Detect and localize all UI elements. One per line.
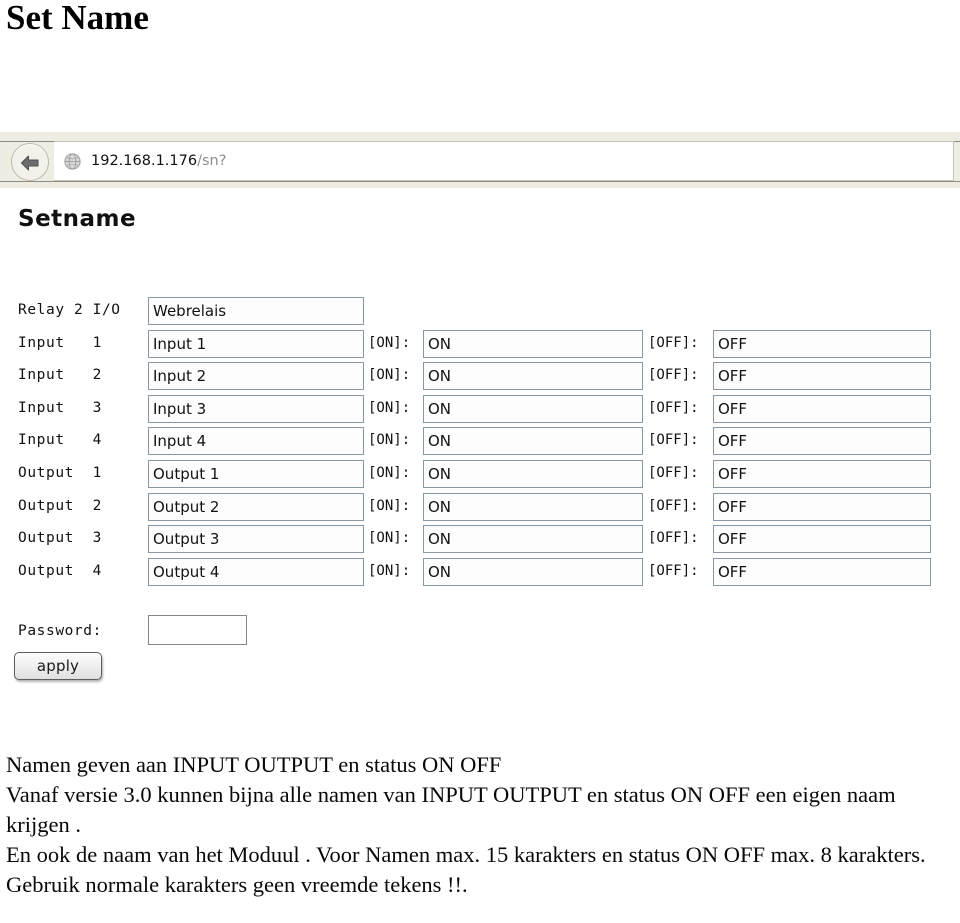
off-state-label: [OFF]:: [648, 334, 699, 351]
off-state-input[interactable]: OFF: [713, 525, 931, 554]
off-state-label: [OFF]:: [648, 367, 699, 384]
off-state-label: [OFF]:: [648, 530, 699, 547]
password-row: Password:: [0, 612, 960, 648]
off-state-label: [OFF]:: [648, 399, 699, 416]
on-state-input[interactable]: ON: [423, 362, 643, 391]
description-line-1: Namen geven aan INPUT OUTPUT en status O…: [6, 752, 502, 777]
settings-table: Relay 2 I/O Webrelais Input 1 Input 1 [ON]: O…: [0, 297, 960, 590]
name-input[interactable]: Input 4: [148, 427, 364, 456]
off-state-input[interactable]: OFF: [713, 394, 931, 423]
on-state-label: [ON]:: [368, 432, 411, 449]
settings-row: Input 1 Input 1 [ON]: ON [OFF]: OFF: [0, 329, 960, 363]
settings-row: Relay 2 I/O Webrelais: [0, 297, 960, 330]
settings-row: Input 3 Input 3 [ON]: ON [OFF]: OFF: [0, 394, 960, 428]
on-state-input[interactable]: ON: [423, 459, 643, 488]
off-state-input[interactable]: OFF: [713, 459, 931, 488]
off-state-input[interactable]: OFF: [713, 362, 931, 391]
row-label: Output 2: [18, 497, 102, 514]
on-state-label: [ON]:: [368, 399, 411, 416]
off-state-label: [OFF]:: [648, 497, 699, 514]
password-label: Password:: [18, 623, 102, 639]
row-label: Relay 2 I/O: [18, 302, 121, 318]
description-text: Namen geven aan INPUT OUTPUT en status O…: [6, 750, 954, 900]
name-input[interactable]: Input 1: [148, 329, 364, 358]
row-label: Input 1: [18, 334, 102, 351]
globe-icon: [64, 152, 81, 170]
name-input[interactable]: Input 2: [148, 362, 364, 391]
settings-row: Output 1 Output 1 [ON]: ON [OFF]: OFF: [0, 459, 960, 493]
off-state-label: [OFF]:: [648, 464, 699, 481]
url-host: 192.168.1.176: [91, 153, 198, 169]
name-input[interactable]: Output 3: [148, 525, 364, 554]
settings-row: Output 2 Output 2 [ON]: ON [OFF]: OFF: [0, 492, 960, 526]
name-input[interactable]: Output 2: [148, 492, 364, 521]
password-input[interactable]: [148, 615, 247, 645]
on-state-input[interactable]: ON: [423, 427, 643, 456]
form-heading: Setname: [18, 206, 137, 232]
on-state-input[interactable]: ON: [423, 329, 643, 358]
on-state-label: [ON]:: [368, 334, 411, 351]
name-input[interactable]: Output 4: [148, 557, 364, 586]
url-path: /sn?: [197, 153, 227, 169]
settings-row: Output 3 Output 3 [ON]: ON [OFF]: OFF: [0, 525, 960, 558]
row-label: Output 4: [18, 562, 102, 579]
description-line-2: Vanaf versie 3.0 kunnen bijna alle namen…: [6, 782, 896, 837]
address-bar-text: 192.168.1.176/sn?: [91, 153, 226, 169]
name-input[interactable]: Webrelais: [148, 297, 364, 325]
settings-row: Output 4 Output 4 [ON]: ON [OFF]: OFF: [0, 557, 960, 591]
on-state-label: [ON]:: [368, 530, 411, 547]
on-state-label: [ON]:: [368, 367, 411, 384]
settings-row: Input 2 Input 2 [ON]: ON [OFF]: OFF: [0, 362, 960, 395]
name-input[interactable]: Output 1: [148, 459, 364, 488]
off-state-label: [OFF]:: [648, 432, 699, 449]
off-state-input[interactable]: OFF: [713, 329, 931, 358]
on-state-input[interactable]: ON: [423, 394, 643, 423]
on-state-input[interactable]: ON: [423, 557, 643, 586]
on-state-label: [ON]:: [368, 464, 411, 481]
row-label: Output 1: [18, 464, 102, 481]
address-bar[interactable]: 192.168.1.176/sn?: [54, 141, 954, 181]
description-line-3: En ook de naam van het Moduul . Voor Nam…: [6, 842, 926, 867]
row-label: Input 2: [18, 367, 102, 384]
row-label: Input 4: [18, 432, 102, 449]
row-label: Output 3: [18, 530, 102, 547]
on-state-input[interactable]: ON: [423, 525, 643, 554]
on-state-label: [ON]:: [368, 497, 411, 514]
apply-button[interactable]: apply: [14, 652, 102, 680]
off-state-input[interactable]: OFF: [713, 492, 931, 521]
toolbar-bottom-strip: [0, 182, 960, 188]
off-state-input[interactable]: OFF: [713, 427, 931, 456]
off-state-input[interactable]: OFF: [713, 557, 931, 586]
on-state-label: [ON]:: [368, 562, 411, 579]
description-line-4: Gebruik normale karakters geen vreemde t…: [6, 872, 468, 897]
off-state-label: [OFF]:: [648, 562, 699, 579]
page-title: Set Name: [6, 0, 149, 37]
name-input[interactable]: Input 3: [148, 394, 364, 423]
on-state-input[interactable]: ON: [423, 492, 643, 521]
back-button[interactable]: [11, 143, 49, 181]
settings-row: Input 4 Input 4 [ON]: ON [OFF]: OFF: [0, 427, 960, 460]
row-label: Input 3: [18, 399, 102, 416]
